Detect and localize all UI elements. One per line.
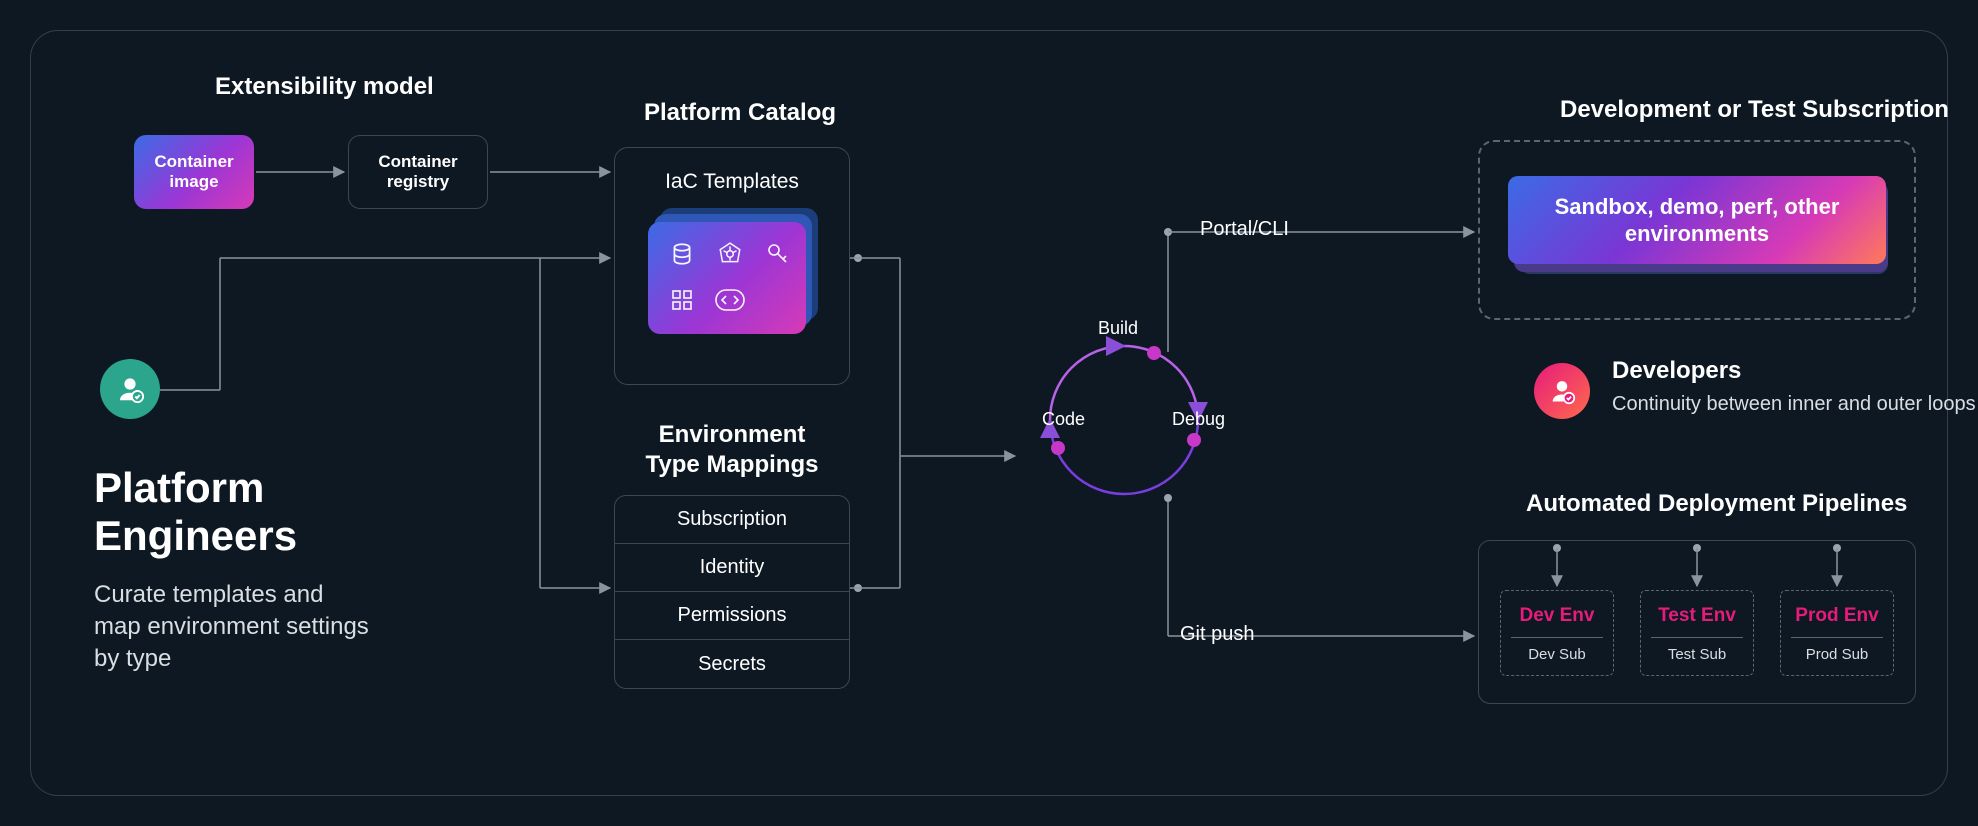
pipelines-title: Automated Deployment Pipelines bbox=[1526, 490, 1907, 518]
git-push-label: Git push bbox=[1180, 623, 1254, 646]
pipeline-dev-env: Dev Env Dev Sub bbox=[1500, 590, 1614, 676]
pipeline-prod-env: Prod Env Prod Sub bbox=[1780, 590, 1894, 676]
env-type-mappings-box: Subscription Identity Permissions Secret… bbox=[614, 495, 850, 689]
env-row-identity: Identity bbox=[615, 544, 849, 592]
pipeline-env-name: Test Env bbox=[1641, 605, 1753, 627]
kubernetes-icon bbox=[712, 236, 748, 272]
env-row-subscription: Subscription bbox=[615, 496, 849, 544]
iac-templates-label: IaC Templates bbox=[637, 170, 827, 194]
developers-block: Developers Continuity between inner and … bbox=[1612, 357, 1976, 417]
iac-template-cards bbox=[648, 208, 816, 336]
pipeline-test-env: Test Env Test Sub bbox=[1640, 590, 1754, 676]
loop-debug-label: Debug bbox=[1172, 409, 1225, 430]
sandbox-environments-card: Sandbox, demo, perf, other environments bbox=[1508, 176, 1886, 272]
extensibility-title: Extensibility model bbox=[215, 73, 434, 101]
sandbox-label: Sandbox, demo, perf, other environments bbox=[1508, 193, 1886, 248]
container-registry-label: Container registry bbox=[349, 152, 487, 193]
persona-description: Curate templates and map environment set… bbox=[94, 579, 374, 676]
pipeline-env-sub: Test Sub bbox=[1651, 637, 1743, 663]
pipeline-env-sub: Dev Sub bbox=[1511, 637, 1603, 663]
developers-title: Developers bbox=[1612, 357, 1976, 385]
developer-icon bbox=[1534, 363, 1590, 419]
platform-catalog-box: IaC Templates bbox=[614, 147, 850, 385]
key-icon bbox=[760, 236, 796, 272]
persona-title: PlatformEngineers bbox=[94, 464, 374, 561]
container-image-card: Container image bbox=[134, 135, 254, 209]
platform-catalog-title: Platform Catalog bbox=[644, 99, 836, 127]
container-registry-card: Container registry bbox=[348, 135, 488, 209]
pipeline-env-name: Prod Env bbox=[1781, 605, 1893, 627]
env-type-mappings-title: Environment Type Mappings bbox=[630, 420, 834, 480]
dev-test-subscription-title: Development or Test Subscription bbox=[1560, 96, 1949, 124]
database-icon bbox=[664, 236, 700, 272]
developers-description: Continuity between inner and outer loops bbox=[1612, 391, 1976, 417]
loop-build-label: Build bbox=[1098, 318, 1138, 339]
env-row-permissions: Permissions bbox=[615, 592, 849, 640]
pipeline-env-name: Dev Env bbox=[1501, 605, 1613, 627]
platform-engineers-block: PlatformEngineers Curate templates and m… bbox=[94, 350, 374, 676]
code-icon bbox=[712, 282, 748, 318]
loop-code-label: Code bbox=[1042, 409, 1085, 430]
pipeline-env-sub: Prod Sub bbox=[1791, 637, 1883, 663]
apps-icon bbox=[664, 282, 700, 318]
portal-cli-label: Portal/CLI bbox=[1200, 218, 1289, 241]
container-image-label: Container image bbox=[134, 152, 254, 193]
env-row-secrets: Secrets bbox=[615, 640, 849, 688]
